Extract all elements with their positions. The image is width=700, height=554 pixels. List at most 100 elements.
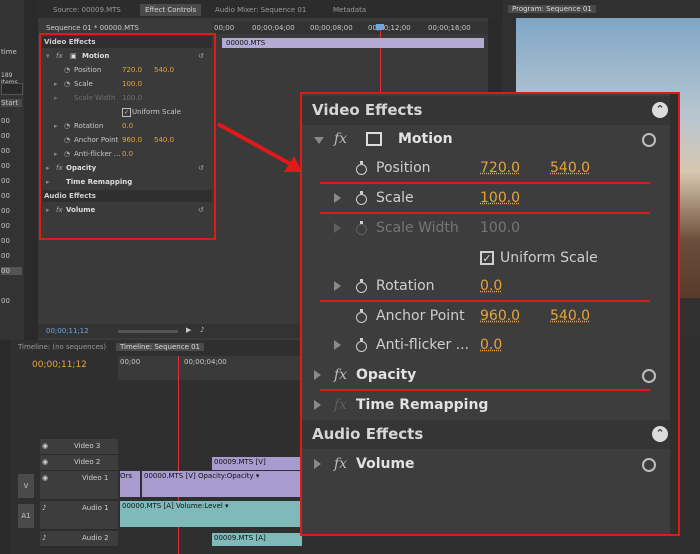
zoom-motion-row[interactable]: fx Motion (302, 125, 678, 154)
play-audio-icon[interactable]: ▶ (186, 326, 191, 334)
tab-timeline-seq[interactable]: Timeline: Sequence 01 (116, 343, 205, 351)
eye-icon[interactable]: ◉ (42, 439, 48, 454)
stopwatch-icon[interactable] (356, 161, 367, 175)
stopwatch-icon[interactable] (356, 279, 367, 293)
track-video2[interactable]: ◉ Video 2 (40, 455, 118, 471)
expand-triangle-icon[interactable]: ▸ (46, 204, 50, 216)
uniform-scale-checkbox[interactable]: ✓ (122, 108, 131, 117)
project-dropdown[interactable] (1, 83, 23, 95)
zoom-rotation-value[interactable]: 0.0 (480, 272, 502, 301)
expand-triangle-icon[interactable] (334, 340, 341, 350)
start-column[interactable]: Start (1, 99, 22, 107)
speaker-icon[interactable]: ♪ (42, 531, 46, 546)
collapse-icon[interactable]: ⌃ (652, 426, 668, 442)
reset-icon[interactable]: ↺ (198, 204, 204, 216)
stopwatch-icon[interactable]: ◔ (64, 148, 70, 160)
position-x-value[interactable]: 720.0 (122, 64, 142, 76)
fx-icon[interactable]: fx (56, 50, 63, 62)
playhead-icon[interactable] (376, 24, 384, 30)
fx-icon[interactable]: fx (334, 361, 347, 390)
zoom-position-x[interactable]: 720.0 (480, 154, 520, 183)
toggle-icon[interactable]: ♪ (200, 326, 204, 334)
anchor-y-value[interactable]: 540.0 (154, 134, 174, 146)
tab-metadata[interactable]: Metadata (328, 4, 371, 16)
ec-timecode[interactable]: 00;00;11;12 (46, 327, 89, 335)
volume-row[interactable]: ▸ fx Volume ↺ (42, 204, 210, 216)
zoom-anchor-x[interactable]: 960.0 (480, 302, 520, 331)
stopwatch-icon[interactable]: ◔ (64, 120, 70, 132)
reset-icon[interactable] (642, 369, 656, 383)
expand-triangle-icon[interactable] (334, 193, 341, 203)
zoom-anchor-y[interactable]: 540.0 (550, 302, 590, 331)
expand-triangle-icon[interactable]: ▸ (54, 78, 58, 90)
reset-icon[interactable]: ↺ (198, 162, 204, 174)
expand-triangle-icon[interactable]: ▸ (54, 148, 58, 160)
tab-audio-mixer[interactable]: Audio Mixer: Sequence 01 (210, 4, 311, 16)
clip-a2[interactable]: 00009.MTS [A] (212, 533, 302, 546)
stopwatch-icon[interactable]: ◔ (64, 134, 70, 146)
zoom-scrollbar[interactable] (670, 94, 678, 534)
expand-triangle-icon[interactable] (314, 370, 321, 380)
expand-triangle-icon[interactable]: ▾ (46, 50, 50, 62)
motion-transform-icon[interactable] (366, 132, 382, 146)
expand-triangle-icon[interactable]: ▸ (46, 176, 50, 188)
opacity-row[interactable]: ▸ fx Opacity ↺ (42, 162, 210, 174)
clip-v1[interactable]: 00000.MTS [V] Opacity:Opacity ▾ (142, 471, 302, 497)
track-audio1[interactable]: ♪ Audio 1 (40, 501, 118, 530)
project-panel: time 189 Items Start 00 00 00 00 00 00 0… (0, 0, 24, 340)
track-video1[interactable]: ◉ Video 1 (40, 471, 118, 500)
track-video3[interactable]: ◉ Video 3 (40, 439, 118, 455)
stopwatch-icon[interactable] (356, 338, 367, 352)
stopwatch-icon[interactable] (356, 191, 367, 205)
motion-transform-icon[interactable]: ▣ (70, 50, 77, 62)
tab-program[interactable]: Program: Sequence 01 (508, 5, 596, 13)
anti-flicker-value[interactable]: 0.0 (122, 148, 133, 160)
ec-clip-bar[interactable]: 00000.MTS (222, 38, 484, 48)
zoom-position-y[interactable]: 540.0 (550, 154, 590, 183)
fx-icon[interactable]: fx (56, 162, 63, 174)
reset-icon[interactable]: ↺ (198, 50, 204, 62)
fx-icon[interactable]: fx (334, 125, 347, 154)
clip-v1-prefix[interactable]: Ors (120, 471, 140, 497)
track-audio2[interactable]: ♪ Audio 2 (40, 531, 118, 547)
reset-icon[interactable] (642, 458, 656, 472)
zoom-opacity-row[interactable]: fx Opacity (302, 361, 678, 390)
tab-source[interactable]: Source: 00009.MTS (48, 4, 126, 16)
tab-effect-controls[interactable]: Effect Controls (140, 4, 202, 16)
anchor-x-value[interactable]: 960.0 (122, 134, 142, 146)
source-v-button[interactable]: V (18, 474, 34, 498)
zoom-scale-value[interactable]: 100.0 (480, 184, 520, 213)
eye-icon[interactable]: ◉ (42, 471, 48, 486)
zoom-time-remapping-row[interactable]: fx Time Remapping (302, 391, 678, 420)
zoom-volume-row[interactable]: fx Volume (302, 450, 678, 479)
fx-icon[interactable]: fx (56, 204, 63, 216)
zoom-slider[interactable] (118, 330, 178, 333)
time-remapping-row[interactable]: ▸ Time Remapping (42, 176, 210, 188)
tab-timeline-none[interactable]: Timeline: (no sequences) (18, 343, 106, 351)
zoom-anti-flicker-value[interactable]: 0.0 (480, 331, 502, 360)
position-y-value[interactable]: 540.0 (154, 64, 174, 76)
source-a1-button[interactable]: A1 (18, 504, 34, 528)
speaker-icon[interactable]: ♪ (42, 501, 46, 516)
stopwatch-icon[interactable]: ◔ (64, 64, 70, 76)
expand-triangle-icon[interactable] (314, 400, 321, 410)
expand-triangle-icon[interactable] (314, 137, 324, 144)
reset-icon[interactable] (642, 133, 656, 147)
expand-triangle-icon[interactable] (314, 459, 321, 469)
scale-value[interactable]: 100.0 (122, 78, 142, 90)
eye-icon[interactable]: ◉ (42, 455, 48, 470)
clip-v2[interactable]: 00009.MTS [V] (212, 457, 302, 470)
expand-triangle-icon[interactable]: ▸ (46, 162, 50, 174)
timeline-timecode[interactable]: 00;00;11;12 (32, 360, 87, 370)
clip-a1[interactable]: 00000.MTS [A] Volume:Level ▾ (120, 501, 302, 527)
collapse-icon[interactable]: ⌃ (652, 102, 668, 118)
expand-triangle-icon[interactable]: ▸ (54, 120, 58, 132)
stopwatch-icon[interactable]: ◔ (64, 78, 70, 90)
row-label: 00 (1, 117, 10, 125)
expand-triangle-icon[interactable] (334, 281, 341, 291)
stopwatch-icon[interactable] (356, 309, 367, 323)
fx-icon[interactable]: fx (334, 450, 347, 479)
uniform-scale-checkbox[interactable]: ✓ (480, 251, 494, 265)
motion-row[interactable]: ▾ fx ▣ Motion ↺ (42, 50, 210, 62)
rotation-value[interactable]: 0.0 (122, 120, 133, 132)
